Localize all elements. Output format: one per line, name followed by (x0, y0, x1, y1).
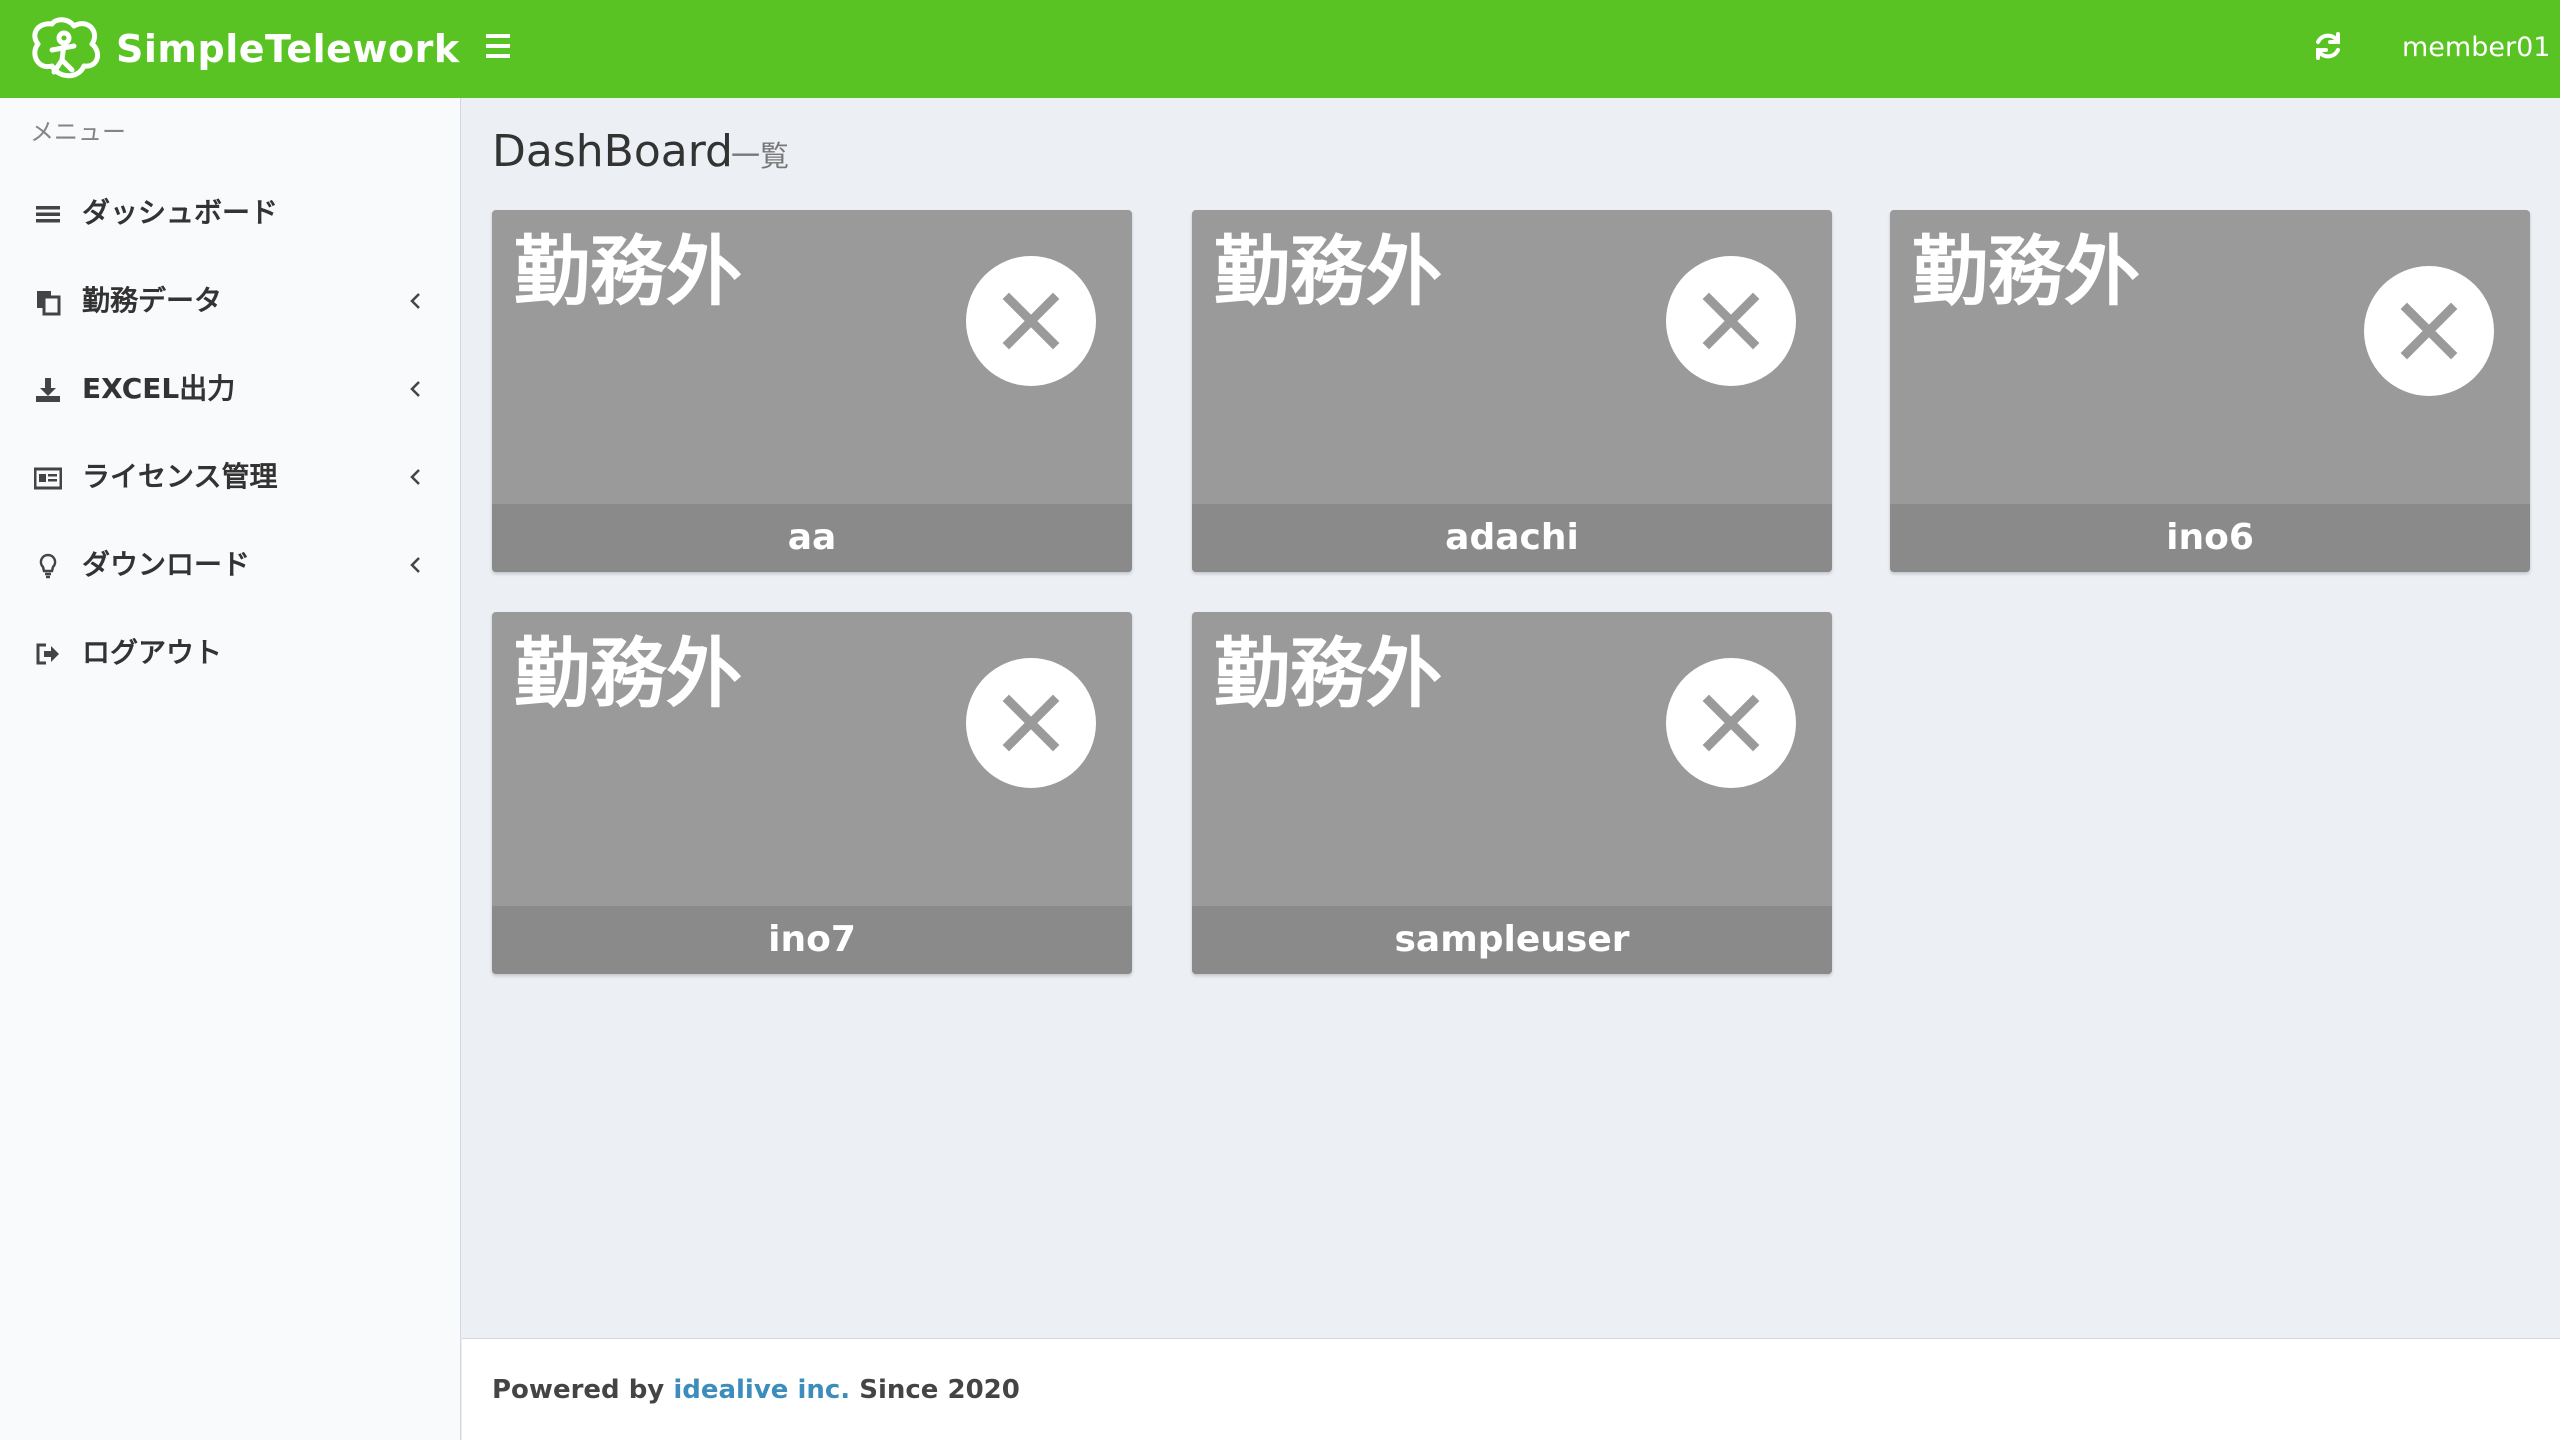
user-status-card[interactable]: 勤務外 ino7 (492, 612, 1132, 974)
sidebar-item-logout[interactable]: ログアウト (0, 614, 460, 694)
refresh-button[interactable] (2312, 30, 2348, 66)
top-navbar: SimpleTelework member01 (0, 0, 2560, 98)
sidebar-item-license[interactable]: ライセンス管理 (0, 438, 460, 518)
card-username: ino6 (1890, 504, 2530, 572)
sidebar-toggle-button[interactable] (486, 34, 516, 60)
work-status: 勤務外 (514, 629, 742, 718)
page-subtitle: 一覧 (731, 139, 790, 173)
sidebar-item-label: EXCEL出力 (82, 372, 236, 405)
card-username: aa (492, 504, 1132, 572)
work-status: 勤務外 (1214, 227, 1442, 316)
menu-header: メニュー (30, 118, 126, 146)
sidebar-item-excel-export[interactable]: EXCEL出力 (0, 350, 460, 430)
close-icon (1666, 256, 1796, 386)
card-username: ino7 (492, 906, 1132, 974)
sidebar-item-download[interactable]: ダウンロード (0, 526, 460, 606)
sign-out-icon (34, 640, 64, 670)
main-footer: Powered by idealive inc. Since 2020 (462, 1338, 2560, 1440)
card-username: adachi (1192, 504, 1832, 572)
lightbulb-icon (34, 552, 64, 582)
sidebar-item-label: ダッシュボード (82, 196, 279, 229)
copy-icon (34, 288, 64, 318)
footer-suffix: Since 2020 (850, 1375, 1020, 1405)
user-status-card[interactable]: 勤務外 aa (492, 210, 1132, 572)
sidebar-item-work-data[interactable]: 勤務データ (0, 262, 460, 342)
sidebar: メニュー ダッシュボード 勤務データ EXCEL出力 ライセンス管理 ダウンロー… (0, 98, 461, 1440)
company-link[interactable]: idealive inc. (673, 1375, 850, 1405)
user-status-card[interactable]: 勤務外 adachi (1192, 210, 1832, 572)
work-status: 勤務外 (514, 227, 742, 316)
simpletelework-logo-icon[interactable] (28, 16, 102, 84)
sidebar-item-label: ログアウト (82, 636, 223, 669)
page-title: DashBoard (492, 126, 733, 177)
download-icon (34, 376, 64, 406)
sidebar-item-label: 勤務データ (82, 284, 223, 317)
work-status: 勤務外 (1214, 629, 1442, 718)
hamburger-icon (486, 34, 510, 38)
card-username: sampleuser (1192, 906, 1832, 974)
close-icon (966, 658, 1096, 788)
id-card-icon (33, 464, 64, 494)
sidebar-item-label: ダウンロード (82, 548, 251, 581)
chevron-left-icon (408, 378, 426, 402)
close-icon (1666, 658, 1796, 788)
refresh-icon (2316, 32, 2340, 60)
chevron-left-icon (408, 290, 426, 314)
list-icon (34, 200, 64, 230)
close-icon (2364, 266, 2494, 396)
user-menu[interactable]: member01 (2402, 34, 2550, 61)
chevron-left-icon (408, 466, 426, 490)
footer-prefix: Powered by (492, 1375, 674, 1405)
work-status: 勤務外 (1912, 227, 2140, 316)
close-icon (966, 256, 1096, 386)
app-brand[interactable]: SimpleTelework (116, 30, 460, 68)
user-status-card[interactable]: 勤務外 sampleuser (1192, 612, 1832, 974)
sidebar-item-label: ライセンス管理 (82, 460, 278, 493)
sidebar-item-dashboard[interactable]: ダッシュボード (0, 174, 460, 254)
user-status-card[interactable]: 勤務外 ino6 (1890, 210, 2530, 572)
chevron-left-icon (408, 554, 426, 578)
